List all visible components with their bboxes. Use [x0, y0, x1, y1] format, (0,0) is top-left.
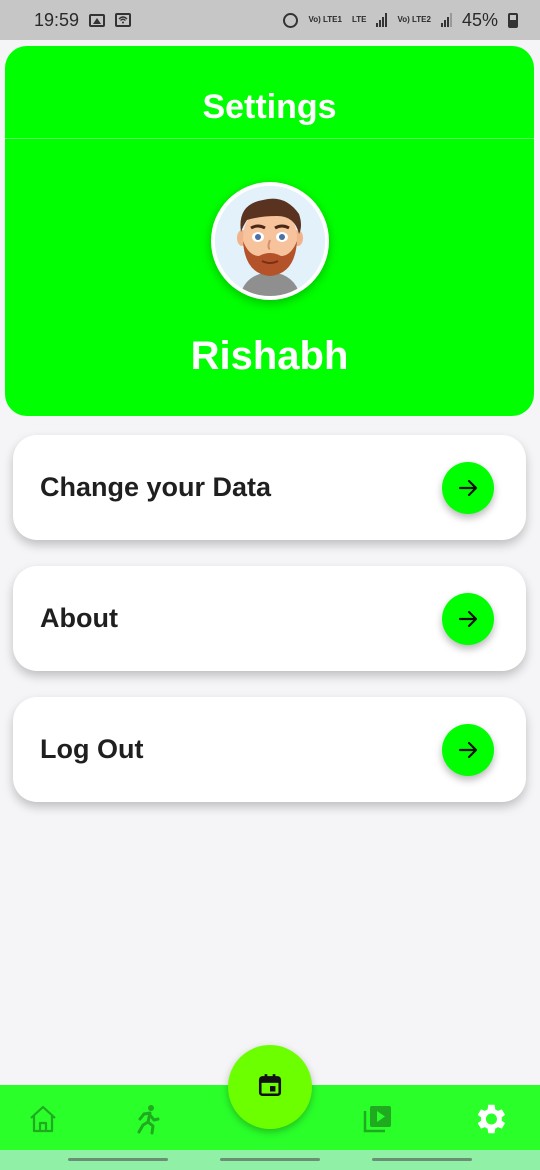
- profile-header: Settings Rishabh: [5, 46, 534, 416]
- gallery-notification-icon: [89, 13, 106, 27]
- sim2-label: Vo) LTE2: [397, 15, 431, 24]
- menu-item-label: Log Out: [40, 734, 144, 764]
- video-library-icon[interactable]: [358, 1099, 398, 1139]
- status-right: Vo) LTE1 LTE Vo) LTE2 45%: [283, 10, 518, 31]
- menu-item-label: Change your Data: [40, 472, 272, 502]
- wifi-notification-icon: [115, 13, 132, 27]
- signal-2-icon: [440, 13, 452, 27]
- status-time: 19:59: [34, 9, 80, 30]
- user-name: Rishabh: [190, 334, 349, 378]
- gesture-handle-right[interactable]: [372, 1158, 472, 1161]
- calendar-fab-button[interactable]: [228, 1045, 312, 1129]
- alarm-icon: [283, 12, 299, 28]
- gear-icon[interactable]: [470, 1099, 510, 1139]
- menu-item-log-out[interactable]: Log Out: [13, 697, 526, 802]
- arrow-right-icon[interactable]: [442, 723, 494, 776]
- home-icon[interactable]: [23, 1099, 63, 1139]
- gesture-handle-left[interactable]: [68, 1158, 168, 1161]
- menu-item-change-data[interactable]: Change your Data: [13, 435, 526, 540]
- status-left: 19:59: [34, 9, 132, 31]
- page-title: Settings: [202, 88, 337, 126]
- calendar-icon: [257, 1072, 283, 1103]
- arrow-right-icon[interactable]: [442, 461, 494, 514]
- gesture-handle-center[interactable]: [220, 1158, 320, 1161]
- running-icon[interactable]: [127, 1099, 167, 1139]
- lte-label: LTE: [351, 15, 367, 24]
- avatar[interactable]: [211, 182, 329, 300]
- gesture-bar: [0, 1150, 540, 1170]
- sim1-label: Vo) LTE1: [308, 15, 342, 24]
- menu-item-label: About: [40, 603, 118, 633]
- signal-1-icon: [376, 13, 388, 27]
- battery-icon: [508, 12, 518, 28]
- menu-item-about[interactable]: About: [13, 566, 526, 671]
- status-bar: 19:59 Vo) LTE1 LTE Vo) LTE2 45%: [0, 0, 540, 40]
- header-divider: [5, 138, 534, 139]
- arrow-right-icon[interactable]: [442, 592, 494, 645]
- avatar-image: [215, 186, 325, 296]
- battery-percent: 45%: [461, 9, 498, 30]
